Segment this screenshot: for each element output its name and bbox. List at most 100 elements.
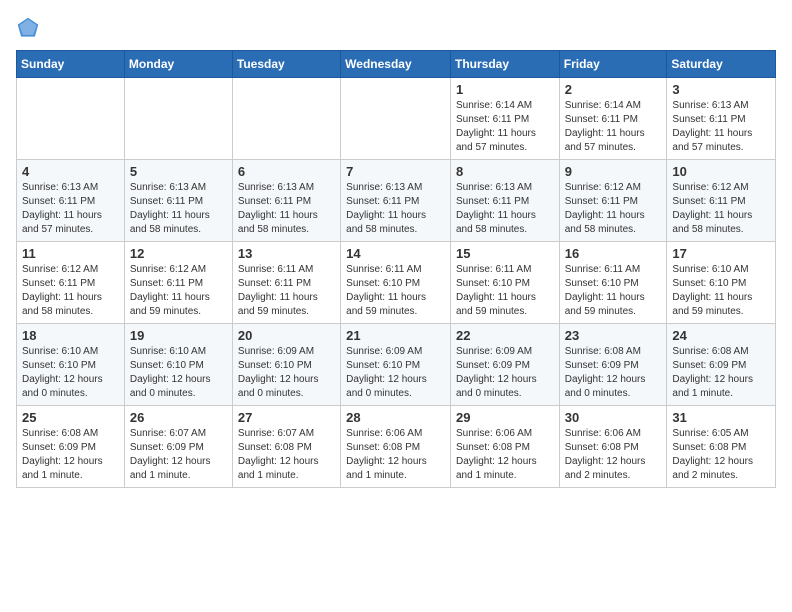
day-info: Sunrise: 6:11 AM Sunset: 6:10 PM Dayligh… (565, 263, 662, 319)
day-number: 11 (22, 246, 119, 261)
calendar-cell: 2 Sunrise: 6:14 AM Sunset: 6:11 PM Daylig… (559, 78, 667, 160)
calendar-cell: 21Sunrise: 6:09 AM Sunset: 6:10 PM Dayli… (341, 324, 451, 406)
day-number: 29 (456, 410, 554, 425)
calendar-cell: 10Sunrise: 6:12 AM Sunset: 6:11 PM Dayli… (667, 160, 776, 242)
day-number: 3 (672, 82, 770, 97)
calendar-cell: 29 Sunrise: 6:06 AM Sunset: 6:08 PM Dayli… (450, 406, 559, 488)
calendar-week-row: 1 Sunrise: 6:14 AM Sunset: 6:11 PM Daylig… (17, 78, 776, 160)
calendar-cell: 7 Sunrise: 6:13 AM Sunset: 6:11 PM Daylig… (341, 160, 451, 242)
day-info: Sunrise: 6:08 AM Sunset: 6:09 PM Dayligh… (672, 345, 770, 401)
day-info: Sunrise: 6:12 AM Sunset: 6:11 PM Dayligh… (22, 263, 119, 319)
weekday-header: Monday (124, 51, 232, 78)
weekday-header: Friday (559, 51, 667, 78)
day-info: Sunrise: 6:14 AM Sunset: 6:11 PM Dayligh… (565, 99, 662, 155)
day-info: Sunrise: 6:13 AM Sunset: 6:11 PM Dayligh… (130, 181, 227, 237)
calendar-cell: 8 Sunrise: 6:13 AM Sunset: 6:11 PM Daylig… (450, 160, 559, 242)
day-number: 30 (565, 410, 662, 425)
day-number: 22 (456, 328, 554, 343)
day-info: Sunrise: 6:06 AM Sunset: 6:08 PM Dayligh… (565, 427, 662, 483)
calendar-cell: 6 Sunrise: 6:13 AM Sunset: 6:11 PM Daylig… (232, 160, 340, 242)
day-info: Sunrise: 6:11 AM Sunset: 6:10 PM Dayligh… (456, 263, 554, 319)
calendar-cell (17, 78, 125, 160)
day-number: 12 (130, 246, 227, 261)
day-info: Sunrise: 6:13 AM Sunset: 6:11 PM Dayligh… (238, 181, 335, 237)
day-number: 19 (130, 328, 227, 343)
day-info: Sunrise: 6:09 AM Sunset: 6:09 PM Dayligh… (456, 345, 554, 401)
calendar-cell: 3 Sunrise: 6:13 AM Sunset: 6:11 PM Daylig… (667, 78, 776, 160)
calendar-cell: 11 Sunrise: 6:12 AM Sunset: 6:11 PM Dayli… (17, 242, 125, 324)
weekday-header: Thursday (450, 51, 559, 78)
day-info: Sunrise: 6:08 AM Sunset: 6:09 PM Dayligh… (565, 345, 662, 401)
calendar-cell: 25 Sunrise: 6:08 AM Sunset: 6:09 PM Dayli… (17, 406, 125, 488)
day-number: 27 (238, 410, 335, 425)
day-info: Sunrise: 6:13 AM Sunset: 6:11 PM Dayligh… (672, 99, 770, 155)
day-number: 2 (565, 82, 662, 97)
calendar-cell (124, 78, 232, 160)
weekday-header: Tuesday (232, 51, 340, 78)
day-info: Sunrise: 6:13 AM Sunset: 6:11 PM Dayligh… (22, 181, 119, 237)
day-number: 23 (565, 328, 662, 343)
day-info: Sunrise: 6:12 AM Sunset: 6:11 PM Dayligh… (565, 181, 662, 237)
calendar-cell: 26 Sunrise: 6:07 AM Sunset: 6:09 PM Dayli… (124, 406, 232, 488)
day-number: 1 (456, 82, 554, 97)
calendar-cell: 28 Sunrise: 6:06 AM Sunset: 6:08 PM Dayli… (341, 406, 451, 488)
calendar-cell: 23 Sunrise: 6:08 AM Sunset: 6:09 PM Dayli… (559, 324, 667, 406)
calendar-cell: 19 Sunrise: 6:10 AM Sunset: 6:10 PM Dayli… (124, 324, 232, 406)
day-info: Sunrise: 6:06 AM Sunset: 6:08 PM Dayligh… (346, 427, 445, 483)
calendar-cell: 17 Sunrise: 6:10 AM Sunset: 6:10 PM Dayli… (667, 242, 776, 324)
day-number: 17 (672, 246, 770, 261)
day-number: 31 (672, 410, 770, 425)
weekday-header: Saturday (667, 51, 776, 78)
day-info: Sunrise: 6:13 AM Sunset: 6:11 PM Dayligh… (456, 181, 554, 237)
day-info: Sunrise: 6:12 AM Sunset: 6:11 PM Dayligh… (130, 263, 227, 319)
day-info: Sunrise: 6:14 AM Sunset: 6:11 PM Dayligh… (456, 99, 554, 155)
calendar-cell: 5 Sunrise: 6:13 AM Sunset: 6:11 PM Daylig… (124, 160, 232, 242)
calendar-cell (232, 78, 340, 160)
day-info: Sunrise: 6:08 AM Sunset: 6:09 PM Dayligh… (22, 427, 119, 483)
day-number: 24 (672, 328, 770, 343)
calendar-cell: 15 Sunrise: 6:11 AM Sunset: 6:10 PM Dayli… (450, 242, 559, 324)
calendar-cell: 27 Sunrise: 6:07 AM Sunset: 6:08 PM Dayli… (232, 406, 340, 488)
calendar-cell: 30 Sunrise: 6:06 AM Sunset: 6:08 PM Dayli… (559, 406, 667, 488)
day-number: 5 (130, 164, 227, 179)
day-number: 25 (22, 410, 119, 425)
day-number: 26 (130, 410, 227, 425)
day-info: Sunrise: 6:13 AM Sunset: 6:11 PM Dayligh… (346, 181, 445, 237)
day-number: 28 (346, 410, 445, 425)
day-number: 7 (346, 164, 445, 179)
day-number: 21 (346, 328, 445, 343)
logo-icon (16, 16, 40, 40)
day-number: 6 (238, 164, 335, 179)
day-number: 16 (565, 246, 662, 261)
day-info: Sunrise: 6:10 AM Sunset: 6:10 PM Dayligh… (130, 345, 227, 401)
calendar-cell: 20Sunrise: 6:09 AM Sunset: 6:10 PM Dayli… (232, 324, 340, 406)
day-number: 9 (565, 164, 662, 179)
logo (16, 16, 44, 40)
day-number: 4 (22, 164, 119, 179)
calendar-cell: 12 Sunrise: 6:12 AM Sunset: 6:11 PM Dayli… (124, 242, 232, 324)
day-number: 13 (238, 246, 335, 261)
calendar-week-row: 25 Sunrise: 6:08 AM Sunset: 6:09 PM Dayli… (17, 406, 776, 488)
day-info: Sunrise: 6:10 AM Sunset: 6:10 PM Dayligh… (672, 263, 770, 319)
weekday-header: Wednesday (341, 51, 451, 78)
day-number: 18 (22, 328, 119, 343)
calendar-cell: 14Sunrise: 6:11 AM Sunset: 6:10 PM Dayli… (341, 242, 451, 324)
calendar-cell: 9 Sunrise: 6:12 AM Sunset: 6:11 PM Daylig… (559, 160, 667, 242)
day-info: Sunrise: 6:06 AM Sunset: 6:08 PM Dayligh… (456, 427, 554, 483)
calendar-header-row: SundayMondayTuesdayWednesdayThursdayFrid… (17, 51, 776, 78)
page-header (16, 16, 776, 40)
calendar-week-row: 18 Sunrise: 6:10 AM Sunset: 6:10 PM Dayli… (17, 324, 776, 406)
day-number: 8 (456, 164, 554, 179)
calendar-table: SundayMondayTuesdayWednesdayThursdayFrid… (16, 50, 776, 488)
day-number: 14 (346, 246, 445, 261)
day-info: Sunrise: 6:07 AM Sunset: 6:08 PM Dayligh… (238, 427, 335, 483)
day-info: Sunrise: 6:05 AM Sunset: 6:08 PM Dayligh… (672, 427, 770, 483)
calendar-cell: 24 Sunrise: 6:08 AM Sunset: 6:09 PM Dayli… (667, 324, 776, 406)
weekday-header: Sunday (17, 51, 125, 78)
day-number: 15 (456, 246, 554, 261)
day-info: Sunrise: 6:11 AM Sunset: 6:11 PM Dayligh… (238, 263, 335, 319)
calendar-cell (341, 78, 451, 160)
calendar-cell: 1 Sunrise: 6:14 AM Sunset: 6:11 PM Daylig… (450, 78, 559, 160)
day-info: Sunrise: 6:07 AM Sunset: 6:09 PM Dayligh… (130, 427, 227, 483)
calendar-cell: 13 Sunrise: 6:11 AM Sunset: 6:11 PM Dayli… (232, 242, 340, 324)
